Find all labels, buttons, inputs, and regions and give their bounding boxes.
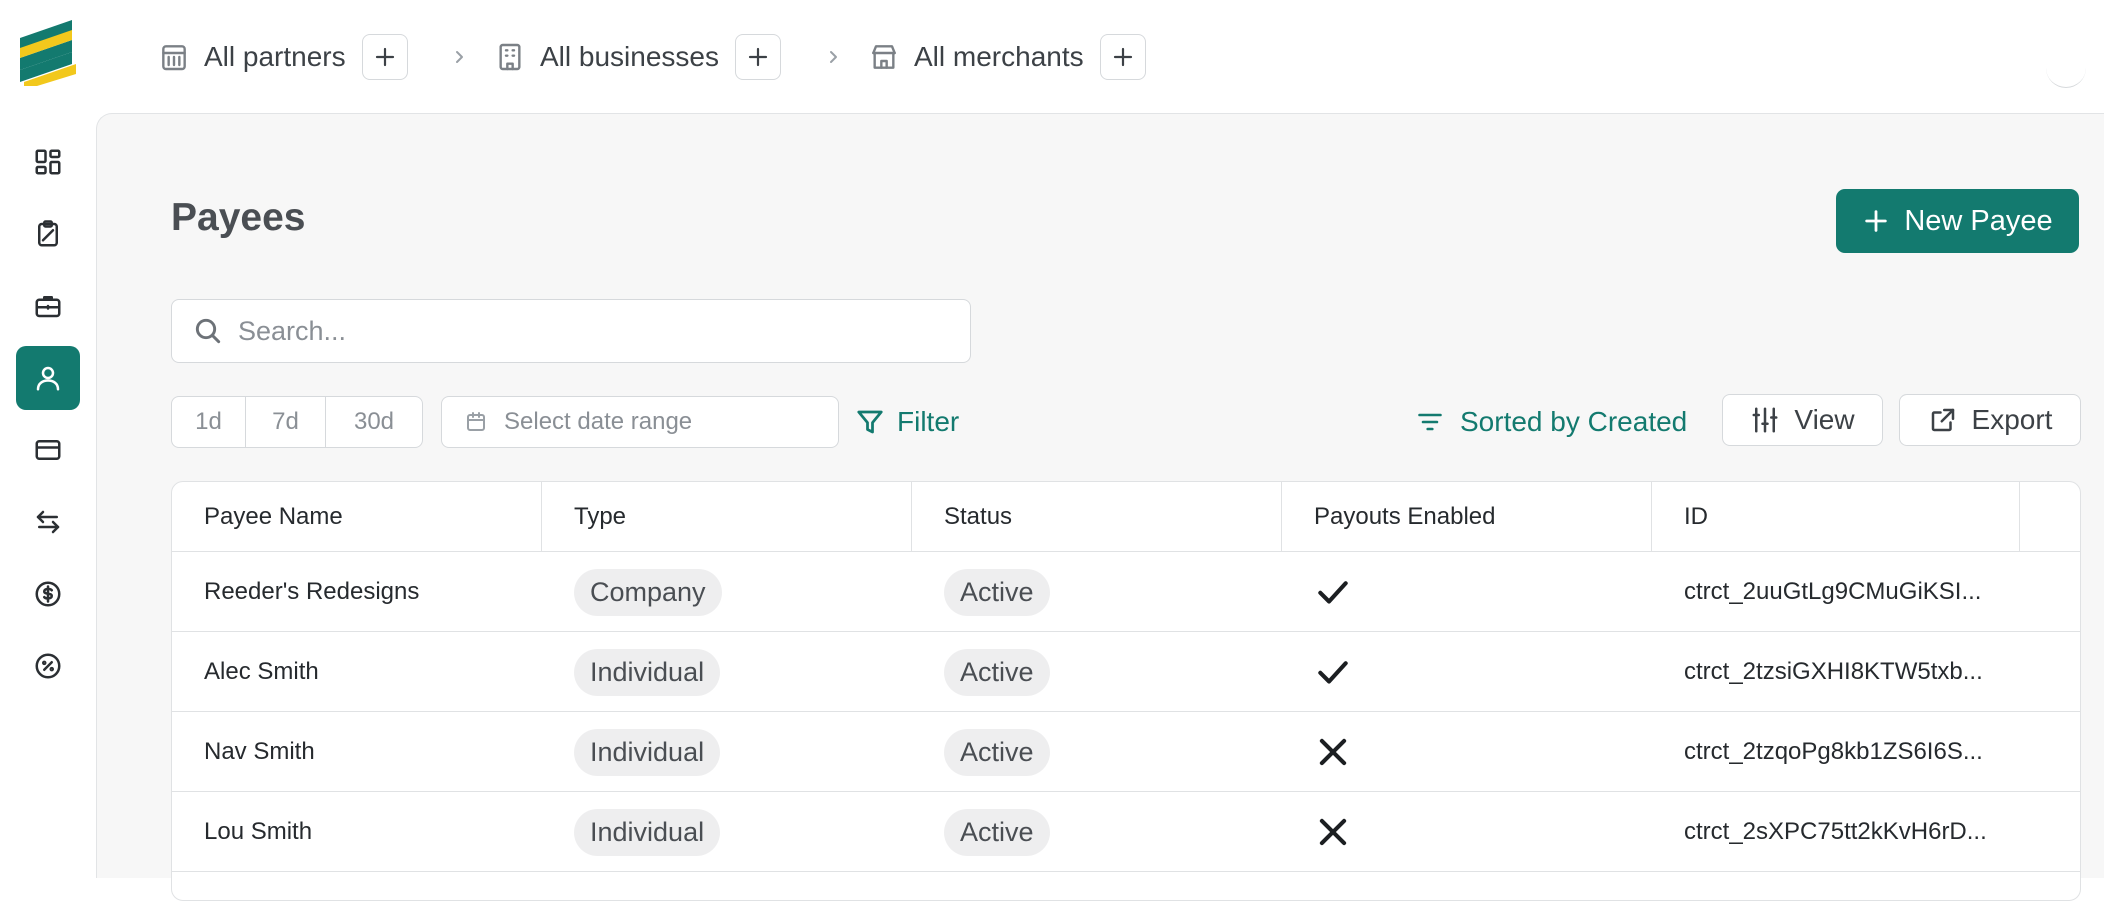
new-payee-label: New Payee	[1904, 204, 2053, 237]
nav-payouts[interactable]	[16, 562, 80, 626]
page-title: Payees	[171, 196, 306, 239]
sliders-icon	[1752, 407, 1778, 433]
nav-businesses[interactable]	[16, 274, 80, 338]
sort-label: Sorted by Created	[1460, 406, 1688, 437]
plus-icon	[1113, 47, 1132, 67]
breadcrumb: All partners All businesses All merchant…	[96, 0, 2104, 113]
table-row[interactable]: Alec Smith Individual Active ctrct_2tzsi…	[172, 632, 2080, 712]
filter-label: Filter	[897, 406, 960, 437]
chevron-right-icon	[824, 44, 844, 70]
search-input[interactable]	[238, 315, 938, 347]
table-row[interactable]: Reeder's Redesigns Company Active ctrct_…	[172, 552, 2080, 632]
range-30d-button[interactable]: 30d	[326, 397, 422, 447]
type-badge: Individual	[574, 728, 721, 776]
date-range-placeholder: Select date range	[504, 408, 693, 435]
search-icon	[195, 318, 221, 344]
column-header-status[interactable]: Status	[912, 482, 1282, 552]
payee-name: Lou Smith	[204, 818, 313, 845]
status-badge: Active	[944, 568, 1050, 616]
calendar-icon	[467, 412, 485, 431]
breadcrumb-partners: All partners	[158, 34, 408, 80]
status-badge: Active	[944, 808, 1050, 856]
filter-icon	[857, 410, 883, 434]
check-icon	[1318, 581, 1348, 604]
range-7d-button[interactable]: 7d	[246, 397, 326, 447]
breadcrumb-merchants-label[interactable]: All merchants	[914, 41, 1084, 73]
column-header-extra	[2020, 482, 2080, 552]
table-header: Payee Name Type Status Payouts Enabled I…	[172, 482, 2080, 552]
user-icon	[36, 366, 60, 391]
payee-id: ctrct_2tzsiGXHI8KTW5txb...	[1684, 658, 1983, 685]
nav-transfers[interactable]	[16, 490, 80, 554]
column-header-payouts-enabled[interactable]: Payouts Enabled	[1282, 482, 1652, 552]
building-icon	[494, 41, 526, 73]
quick-range-group: 1d 7d 30d	[171, 396, 423, 448]
payee-id: ctrct_2sXPC75tt2kKvH6rD...	[1684, 818, 1987, 845]
sort-button[interactable]: Sorted by Created	[1416, 398, 1687, 446]
plus-icon	[748, 47, 768, 67]
payee-name: Nav Smith	[204, 738, 315, 765]
new-payee-button[interactable]: New Payee	[1836, 189, 2079, 253]
add-merchant-button[interactable]	[1099, 34, 1146, 80]
column-header-payee-name[interactable]: Payee Name	[172, 482, 542, 552]
table-row[interactable]: Lou Smith Individual Active ctrct_2sXPC7…	[172, 792, 2080, 872]
breadcrumb-businesses: All businesses	[494, 34, 781, 80]
payee-name: Reeder's Redesigns	[204, 578, 420, 605]
filter-button[interactable]: Filter	[855, 398, 959, 446]
clipboard-icon	[38, 220, 58, 247]
sort-icon	[1418, 413, 1442, 431]
table-row[interactable]: Nav Smith Individual Active ctrct_2tzqoP…	[172, 712, 2080, 792]
add-business-button[interactable]	[734, 34, 781, 80]
breadcrumb-merchants: All merchants	[868, 34, 1146, 80]
status-badge: Active	[944, 728, 1050, 776]
breadcrumb-businesses-label[interactable]: All businesses	[540, 41, 719, 73]
payee-id: ctrct_2tzqoPg8kb1ZS6I6S...	[1684, 738, 1983, 765]
main-content: Payees New Payee 1d 7d 30d Select date r…	[96, 113, 2104, 901]
check-icon	[1318, 661, 1348, 684]
dashboard-icon	[35, 149, 61, 175]
column-header-type[interactable]: Type	[542, 482, 912, 552]
export-button[interactable]: Export	[1899, 394, 2081, 446]
type-badge: Individual	[574, 648, 721, 696]
chevron-right-icon	[450, 44, 470, 70]
column-header-id[interactable]: ID	[1652, 482, 2020, 552]
nav-fees[interactable]	[16, 634, 80, 698]
search-box	[171, 299, 971, 363]
nav-payees[interactable]	[16, 346, 80, 410]
external-link-icon	[1931, 408, 1954, 432]
account-avatar-edge[interactable]	[2046, 60, 2086, 88]
transfer-icon	[36, 510, 60, 534]
card-icon	[35, 440, 61, 460]
view-label: View	[1794, 404, 1855, 435]
x-icon	[1319, 818, 1347, 846]
nav-payments[interactable]	[16, 418, 80, 482]
payees-table: Payee Name Type Status Payouts Enabled I…	[171, 481, 2081, 901]
status-badge: Active	[944, 648, 1050, 696]
type-badge: Individual	[574, 808, 721, 856]
date-range-picker[interactable]: Select date range	[441, 396, 839, 448]
view-button[interactable]: View	[1722, 394, 1883, 446]
dollar-icon	[35, 581, 61, 607]
sidebar	[0, 0, 96, 878]
plus-icon	[1865, 210, 1888, 232]
plus-icon	[375, 47, 394, 67]
nav-contracts[interactable]	[16, 202, 80, 266]
payee-id: ctrct_2uuGtLg9CMuGiKSI...	[1684, 578, 1982, 605]
type-badge: Company	[574, 568, 722, 616]
nav-dashboard[interactable]	[16, 130, 80, 194]
add-partner-button[interactable]	[361, 34, 408, 80]
logo	[20, 20, 76, 86]
export-label: Export	[1971, 404, 2053, 435]
x-icon	[1319, 738, 1347, 766]
store-icon	[868, 41, 900, 73]
breadcrumb-partners-label[interactable]: All partners	[204, 41, 346, 73]
payee-name: Alec Smith	[204, 658, 319, 685]
briefcase-icon	[35, 296, 61, 318]
range-1d-button[interactable]: 1d	[172, 397, 246, 447]
bank-icon	[158, 41, 190, 73]
percent-icon	[35, 653, 61, 679]
